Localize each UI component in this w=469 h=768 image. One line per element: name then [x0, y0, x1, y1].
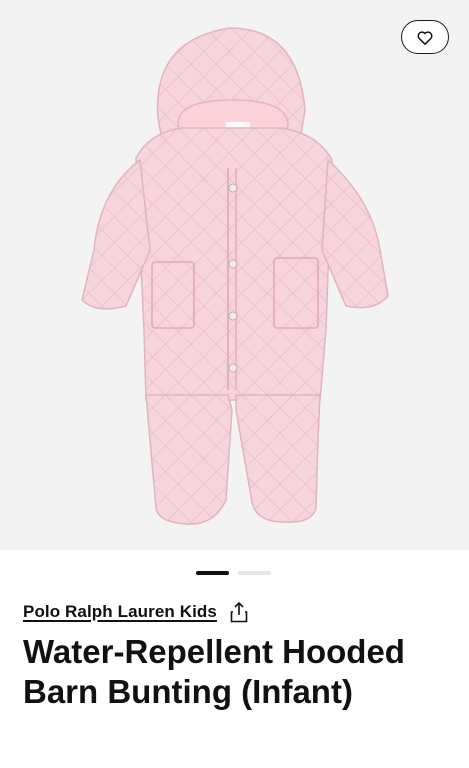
product-image [81, 27, 389, 525]
carousel-dot[interactable] [238, 571, 271, 575]
favorite-button[interactable] [401, 20, 449, 54]
heart-icon [417, 30, 433, 45]
brand-row: Polo Ralph Lauren Kids [23, 601, 249, 623]
share-icon[interactable] [229, 601, 249, 623]
carousel-dot-active[interactable] [196, 571, 229, 575]
carousel-indicator [196, 571, 271, 575]
product-image-gallery[interactable] [0, 0, 469, 550]
product-title: Water-Repellent Hooded Barn Bunting (Inf… [23, 633, 405, 710]
brand-link[interactable]: Polo Ralph Lauren Kids [23, 602, 217, 622]
